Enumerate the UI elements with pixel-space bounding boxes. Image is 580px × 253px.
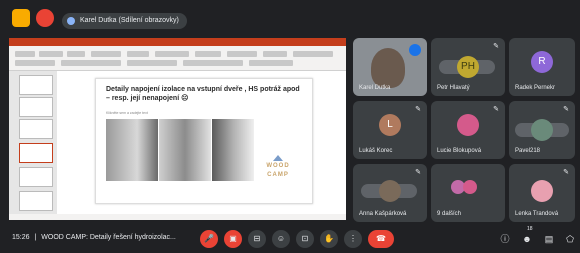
slide-bullet: Klikněte sem a zadejte text: [106, 111, 148, 115]
participant-tile[interactable]: ✎ Pavel218: [509, 101, 575, 159]
participant-tile[interactable]: ✎ Anna Kašpárková: [353, 164, 427, 222]
raise-hand-button[interactable]: ✋: [320, 230, 338, 248]
avatar: [531, 119, 553, 141]
ppt-ribbon: [9, 46, 346, 71]
participant-tile[interactable]: ✎ Lenka Trandová: [509, 164, 575, 222]
participant-count-badge: 18: [527, 226, 533, 232]
avatar: [379, 180, 401, 202]
window-icon[interactable]: [12, 9, 30, 27]
avatar: R: [531, 51, 553, 73]
mic-off-icon: ✎: [493, 106, 499, 113]
presenter-chip-label: Karel Dutka (Sdílení obrazovky): [80, 17, 179, 24]
meeting-title: WOOD CAMP: Detaily řešení hydroizolac...: [41, 234, 176, 241]
people-icon[interactable]: ☻: [520, 232, 534, 246]
ppt-titlebar: [9, 38, 346, 46]
slide-photo: [159, 119, 211, 181]
participant-tile[interactable]: ✎ L Lukáš Korec: [353, 101, 427, 159]
current-slide: Detaily napojení izolace na vstupní dveř…: [95, 78, 313, 204]
slide-thumb[interactable]: [19, 119, 53, 139]
avatar: PH: [457, 56, 479, 78]
participant-name: Petr Hlavatý: [437, 85, 470, 91]
speaking-icon: [409, 44, 421, 56]
record-icon[interactable]: [36, 9, 54, 27]
camera-toggle-button[interactable]: ▣: [224, 230, 242, 248]
mic-off-icon: ✎: [563, 169, 569, 176]
participant-name: Pavel218: [515, 148, 541, 154]
top-bar: Karel Dutka (Sdílení obrazovky): [0, 0, 580, 34]
participant-name: Radek Pernekr: [515, 85, 556, 91]
slide-title: Detaily napojení izolace na vstupní dveř…: [106, 86, 300, 102]
mic-off-icon: ✎: [415, 169, 421, 176]
screen-share-icon: [67, 17, 75, 25]
avatar: [457, 114, 479, 136]
separator: |: [34, 234, 37, 241]
participant-tile[interactable]: Karel Dutka: [353, 38, 427, 96]
participant-name: Lucie Blokupová: [437, 148, 482, 154]
captions-button[interactable]: ⊟: [248, 230, 266, 248]
presenter-chip[interactable]: Karel Dutka (Sdílení obrazovky): [62, 13, 187, 29]
meeting-info: 15:26 | WOOD CAMP: Detaily řešení hydroi…: [12, 234, 176, 241]
participant-tile[interactable]: ✎ PH Petr Hlavatý: [431, 38, 505, 96]
slide-thumb-selected[interactable]: [19, 143, 53, 163]
participant-tile[interactable]: 9 dalších: [431, 164, 505, 222]
video-feed: [371, 48, 405, 88]
mic-toggle-button[interactable]: 🎤: [200, 230, 218, 248]
slide-thumb[interactable]: [19, 97, 53, 117]
chat-icon[interactable]: ▤: [542, 232, 556, 246]
participant-name: Lenka Trandová: [515, 211, 559, 217]
participant-name: 9 dalších: [437, 211, 462, 217]
present-button[interactable]: ⊡: [296, 230, 314, 248]
avatar: [531, 180, 553, 202]
mic-off-icon: ✎: [415, 106, 421, 113]
slide-thumb[interactable]: [19, 167, 53, 187]
shared-screen[interactable]: Detaily napojení izolace na vstupní dveř…: [9, 38, 346, 220]
more-options-button[interactable]: ⋮: [344, 230, 362, 248]
leave-call-button[interactable]: ☎: [368, 230, 394, 248]
participant-tile[interactable]: ✎ Lucie Blokupová: [431, 101, 505, 159]
info-icon[interactable]: ⓘ: [498, 232, 512, 246]
mic-off-icon: ✎: [493, 43, 499, 50]
slide-photo: [212, 119, 254, 181]
participant-name: Lukáš Korec: [359, 148, 393, 154]
participant-name: Karel Dutka: [359, 85, 391, 91]
slide-thumbnails: [9, 71, 57, 215]
bottom-bar: 15:26 | WOOD CAMP: Detaily řešení hydroi…: [0, 225, 580, 253]
slide-thumb[interactable]: [19, 75, 53, 95]
wood-camp-logo: WOOD CAMP: [256, 155, 300, 183]
slide-thumb[interactable]: [19, 191, 53, 211]
participant-name: Anna Kašpárková: [359, 211, 407, 217]
reactions-button[interactable]: ☺: [272, 230, 290, 248]
clock: 15:26: [12, 234, 30, 241]
participant-tile[interactable]: R Radek Pernekr: [509, 38, 575, 96]
ppt-statusbar: [9, 214, 346, 220]
activities-icon[interactable]: ⬠: [563, 232, 577, 246]
slide-photo: [106, 119, 158, 181]
avatar: L: [379, 114, 401, 136]
mic-off-icon: ✎: [563, 106, 569, 113]
avatar: [463, 180, 477, 194]
